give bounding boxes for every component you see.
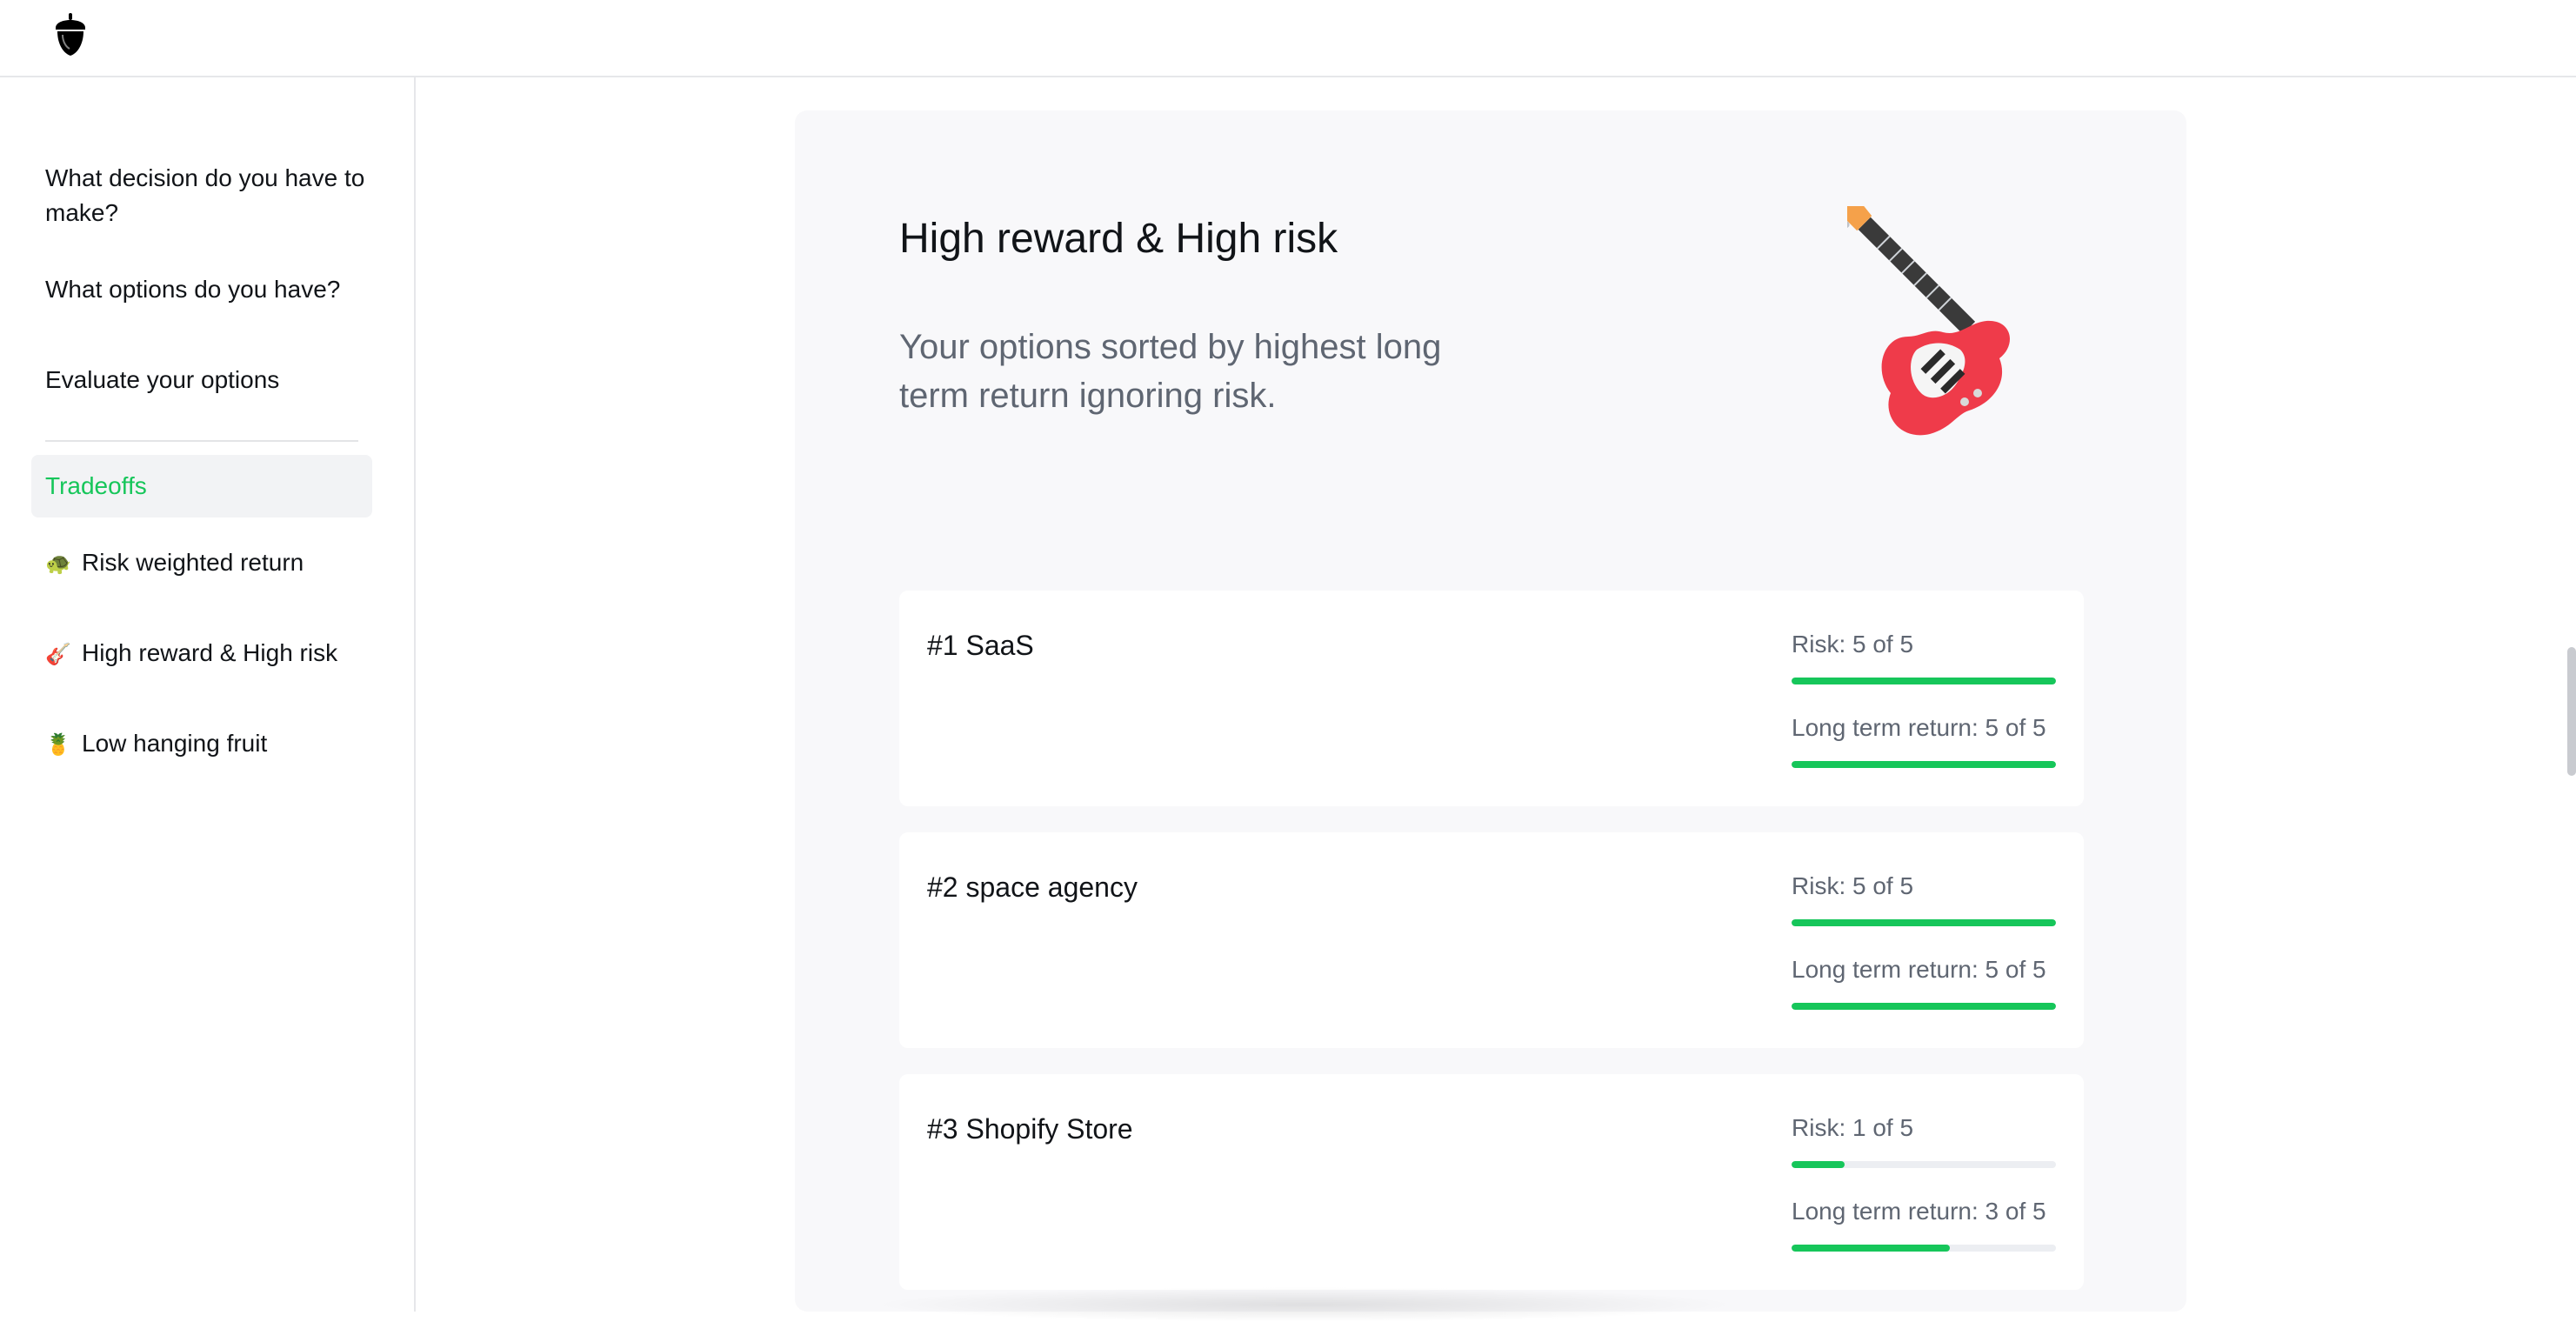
sidebar-item-tradeoffs[interactable]: Tradeoffs: [31, 455, 372, 517]
sidebar-item-options[interactable]: What options do you have?: [45, 272, 376, 307]
sidebar-divider: [45, 440, 358, 442]
sidebar-item-label: Low hanging fruit: [82, 730, 268, 757]
risk-label: Risk: 1 of 5: [1792, 1114, 1914, 1141]
guitar-icon: [1847, 206, 2010, 436]
acorn-logo-icon[interactable]: [50, 10, 90, 57]
return-label: Long term return: 5 of 5: [1792, 714, 2046, 741]
risk-bar: [1792, 919, 2056, 926]
scroll-shadow: [870, 1287, 1739, 1322]
page-subtitle: Your options sorted by highest long term…: [899, 328, 1442, 415]
tradeoff-panel: High reward & High risk Your options sor…: [795, 110, 2186, 1312]
sidebar-item-label: Risk weighted return: [82, 549, 304, 576]
option-title: #1 SaaS: [927, 630, 1034, 661]
risk-label: Risk: 5 of 5: [1792, 631, 1914, 658]
option-card: #2 space agency Risk: 5 of 5 Long term r…: [899, 832, 2084, 1048]
guitar-icon: 🎸: [45, 643, 71, 666]
return-label: Long term return: 3 of 5: [1792, 1198, 2046, 1225]
turtle-icon: 🐢: [45, 552, 71, 576]
option-card: #3 Shopify Store Risk: 1 of 5 Long term …: [899, 1074, 2084, 1290]
sidebar: What decision do you have to make? What …: [0, 77, 416, 1312]
return-bar: [1792, 761, 2056, 768]
sidebar-item-low-hanging-fruit[interactable]: 🍍 Low hanging fruit: [45, 726, 376, 763]
risk-label: Risk: 5 of 5: [1792, 872, 1914, 899]
sidebar-item-decision[interactable]: What decision do you have to make?: [45, 161, 376, 230]
return-bar: [1792, 1245, 2056, 1252]
sidebar-item-evaluate[interactable]: Evaluate your options: [45, 363, 376, 397]
return-label: Long term return: 5 of 5: [1792, 956, 2046, 983]
risk-bar: [1792, 678, 2056, 684]
risk-bar: [1792, 1161, 2056, 1168]
sidebar-item-high-reward-high-risk[interactable]: 🎸 High reward & High risk: [45, 636, 376, 672]
return-bar: [1792, 1003, 2056, 1010]
option-card: #1 SaaS Risk: 5 of 5 Long term return: 5…: [899, 591, 2084, 806]
scrollbar-thumb[interactable]: [2567, 647, 2576, 776]
option-title: #2 space agency: [927, 871, 1138, 903]
top-bar: [0, 0, 2576, 77]
sidebar-item-risk-weighted-return[interactable]: 🐢 Risk weighted return: [45, 545, 376, 582]
page-title: High reward & High risk: [899, 216, 1338, 262]
sidebar-item-label: High reward & High risk: [82, 639, 338, 666]
pineapple-icon: 🍍: [45, 733, 71, 757]
option-title: #3 Shopify Store: [927, 1113, 1133, 1145]
